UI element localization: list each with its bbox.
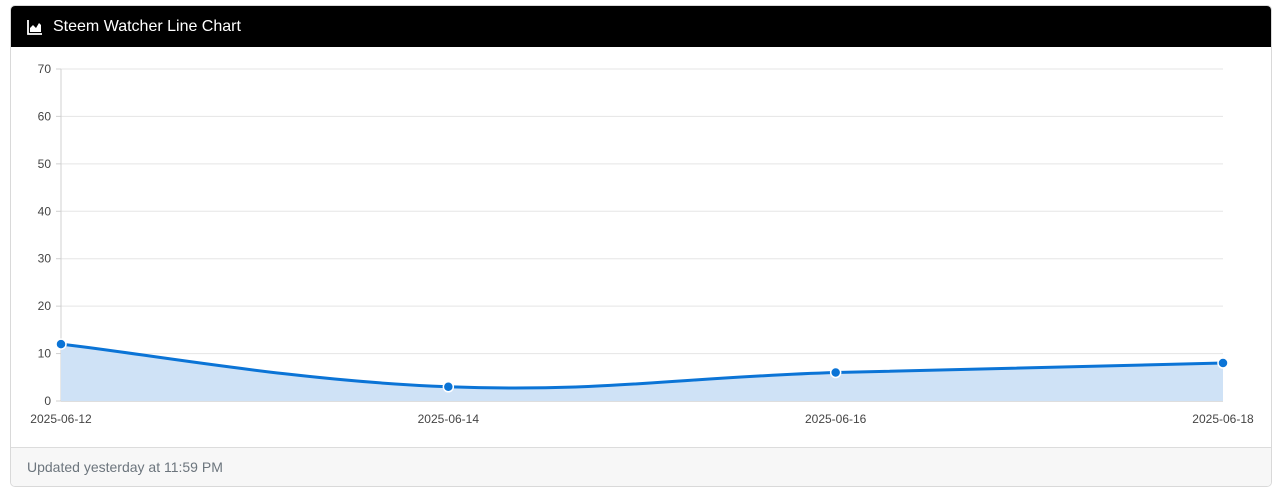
y-tick-label: 30 bbox=[38, 252, 52, 266]
data-point[interactable] bbox=[55, 338, 67, 350]
data-point[interactable] bbox=[1217, 357, 1229, 369]
card-title: Steem Watcher Line Chart bbox=[53, 17, 241, 35]
area-chart-icon bbox=[27, 19, 43, 35]
x-tick-label: 2025-06-12 bbox=[30, 412, 92, 426]
y-tick-label: 20 bbox=[38, 299, 52, 313]
y-tick-label: 40 bbox=[38, 204, 52, 218]
y-tick-label: 50 bbox=[38, 157, 52, 171]
data-point[interactable] bbox=[442, 381, 455, 393]
series-area-fill bbox=[61, 344, 1223, 401]
card-header: Steem Watcher Line Chart bbox=[11, 6, 1271, 47]
y-tick-label: 60 bbox=[38, 109, 52, 123]
data-point[interactable] bbox=[829, 366, 842, 379]
chart-area: 0 10 20 30 40 50 60 70 2025-06-12 2025-06-14 2025… bbox=[11, 47, 1271, 449]
x-tick-label: 2025-06-14 bbox=[418, 412, 480, 426]
card-footer: Updated yesterday at 11:59 PM bbox=[11, 447, 1271, 486]
x-tick-label: 2025-06-18 bbox=[1192, 412, 1254, 426]
x-tick-label: 2025-06-16 bbox=[805, 412, 867, 426]
updated-text: Updated yesterday at 11:59 PM bbox=[27, 459, 223, 475]
y-tick-label: 0 bbox=[44, 394, 51, 408]
y-tick-label: 10 bbox=[38, 347, 52, 361]
line-chart: 0 10 20 30 40 50 60 70 2025-06-12 2025-06-14 2025… bbox=[30, 62, 1254, 426]
y-tick-label: 70 bbox=[38, 62, 52, 76]
chart-card: Steem Watcher Line Chart 0 10 20 30 40 50 60 70… bbox=[10, 5, 1272, 487]
